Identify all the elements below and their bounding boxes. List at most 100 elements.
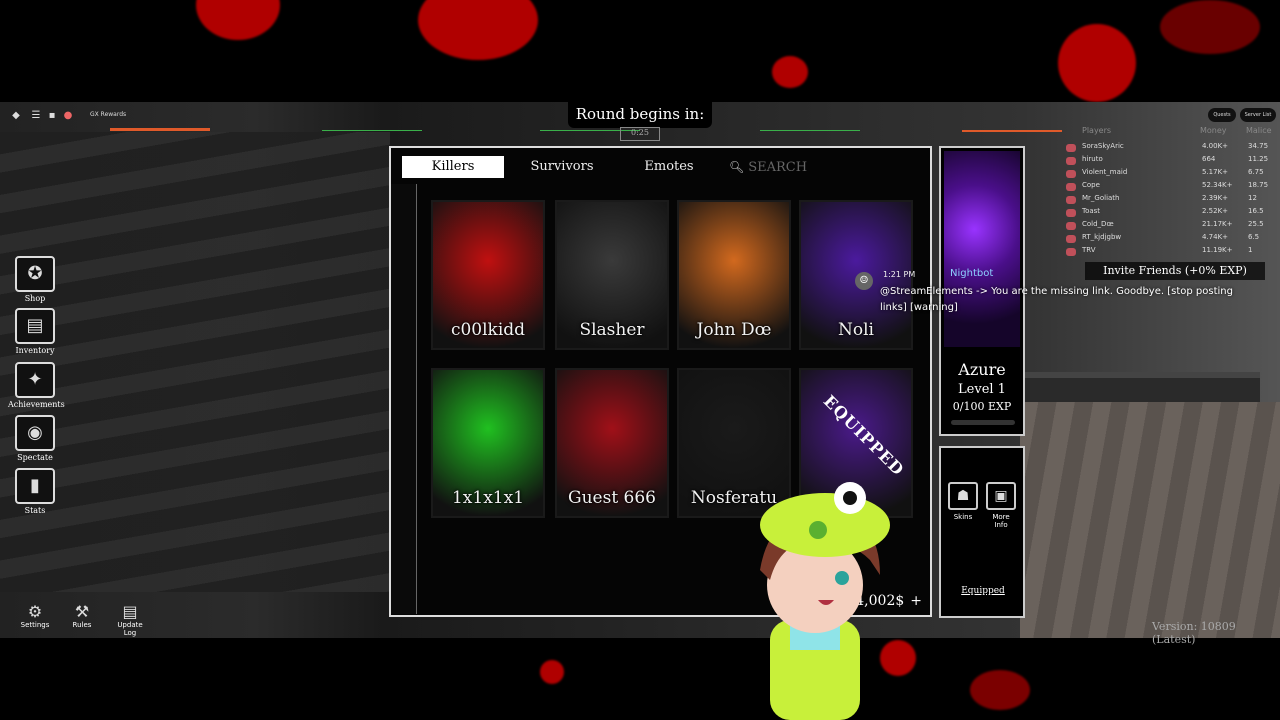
character-portrait (944, 151, 1020, 347)
killer-card[interactable]: Guest 666 (555, 368, 669, 518)
decor-blob (970, 670, 1030, 710)
leaderboard-row[interactable]: Violent_maid 5.17K+ 6.75 (1062, 168, 1278, 180)
inventory-button[interactable]: ▤ Inventory (8, 308, 62, 355)
killer-name: Noli (838, 320, 874, 340)
player-icon (1066, 196, 1076, 204)
equipped-button[interactable]: Equipped (957, 586, 1009, 596)
bot-avatar-icon: ☺ (855, 272, 873, 290)
leaderboard-row[interactable]: Cold_Dœ 21.17K+ 25.5 (1062, 220, 1278, 232)
character-name: Azure (958, 360, 1006, 379)
more-info-label: More Info (992, 513, 1010, 529)
player-name: Toast (1082, 207, 1101, 215)
leaderboard-row[interactable]: Cope 52.34K+ 18.75 (1062, 181, 1278, 193)
decor-blob (196, 0, 280, 40)
leaderboard-row[interactable]: Toast 2.52K+ 16.5 (1062, 207, 1278, 219)
invite-friends-button[interactable]: Invite Friends (+0% EXP) (1085, 262, 1265, 280)
decor-blob (1160, 0, 1260, 54)
server-list-button[interactable]: Server List (1240, 108, 1276, 122)
player-icon (1066, 222, 1076, 230)
killer-name: c00lkidd (450, 320, 526, 340)
stats-button[interactable]: ▮ Stats (8, 468, 62, 515)
equipped-stamp: EQUIPPED (820, 391, 909, 480)
exp-progress-bar (951, 420, 1015, 425)
shop-button[interactable]: ✪ Shop (8, 256, 62, 303)
skins-label: Skins (953, 513, 973, 521)
killer-name: Slasher (579, 320, 645, 340)
tab-survivors[interactable]: Survivors (511, 156, 613, 178)
character-level: Level 1 (958, 382, 1006, 397)
leaderboard-header-players: Players (1082, 126, 1112, 135)
player-name: Violent_maid (1082, 168, 1128, 176)
rules-label: Rules (72, 621, 92, 629)
mic-icon[interactable]: ● (62, 110, 74, 122)
player-malice: 11.25 (1248, 155, 1269, 163)
update-log-button[interactable]: ▤ Update Log (110, 602, 150, 638)
player-name: RT_kjdjgbw (1082, 233, 1122, 241)
player-money: 11.19K+ (1202, 246, 1233, 254)
add-money-button[interactable]: + (910, 593, 922, 609)
panel-left-rail (391, 184, 417, 614)
character-exp: 0/100 EXP (952, 400, 1012, 413)
gx-rewards[interactable]: GX Rewards (90, 111, 126, 118)
player-name: Cold_Dœ (1082, 220, 1114, 228)
player-icon (1066, 170, 1076, 178)
search-icon: 🔍︎ (729, 160, 745, 174)
update-log-label: Update Log (117, 621, 143, 637)
gavel-icon: ⚒ (74, 602, 90, 621)
player-name: Cope (1082, 181, 1100, 189)
player-icon (1066, 235, 1076, 243)
leaderboard-row[interactable]: SoraSkyAric 4.00K+ 34.75 (1062, 142, 1278, 154)
scene-floor (1020, 402, 1280, 638)
achievements-button[interactable]: ✦ Achievements (8, 362, 65, 409)
achievements-label: Achievements (8, 400, 65, 409)
tab-emotes[interactable]: Emotes (619, 156, 719, 178)
menu-icon[interactable]: ☰ (30, 110, 42, 122)
quests-button[interactable]: Quests (1208, 108, 1236, 122)
player-money: 21.17K+ (1202, 220, 1233, 228)
inventory-icon: ▤ (15, 308, 55, 344)
killer-card[interactable]: 1x1x1x1 (431, 368, 545, 518)
player-name: TRV (1082, 246, 1096, 254)
player-malice: 1 (1248, 246, 1253, 254)
skins-icon: ☗ (948, 482, 978, 510)
scroll-icon: ▤ (122, 602, 138, 621)
player-money: 52.34K+ (1202, 181, 1233, 189)
killer-name: John Dœ (696, 320, 772, 340)
skins-button[interactable]: ☗ Skins (947, 482, 979, 521)
shop-label: Shop (24, 294, 46, 303)
killer-card[interactable]: Slasher (555, 200, 669, 350)
eye-icon: ◉ (15, 415, 55, 451)
leaderboard-row[interactable]: TRV 11.19K+ 1 (1062, 246, 1278, 258)
player-money: 2.39K+ (1202, 194, 1229, 202)
killer-card[interactable]: John Dœ (677, 200, 791, 350)
spectate-label: Spectate (17, 453, 53, 462)
rules-button[interactable]: ⚒ Rules (68, 602, 96, 630)
round-timer-label: Round begins in: (568, 102, 712, 128)
search-placeholder: SEARCH (748, 160, 808, 175)
leaderboard-row[interactable]: RT_kjdjgbw 4.74K+ 6.5 (1062, 233, 1278, 245)
leaderboard-row[interactable]: Mr_Goliath 2.39K+ 12 (1062, 194, 1278, 206)
killer-name: 1x1x1x1 (451, 488, 525, 508)
tab-killers[interactable]: Killers (402, 156, 504, 178)
player-malice: 6.75 (1248, 168, 1264, 176)
player-money: 2.52K+ (1202, 207, 1229, 215)
perf-bar (110, 128, 210, 131)
player-malice: 25.5 (1248, 220, 1264, 228)
leaderboard-header-money: Money (1200, 126, 1227, 135)
killer-card[interactable]: c00lkidd (431, 200, 545, 350)
player-icon (1066, 144, 1076, 152)
player-malice: 16.5 (1248, 207, 1264, 215)
more-info-button[interactable]: ▣ More Info (985, 482, 1017, 529)
leaderboard-row[interactable]: hiruto 664 11.25 (1062, 155, 1278, 167)
player-money: 5.17K+ (1202, 168, 1229, 176)
info-icon: ▣ (986, 482, 1016, 510)
roblox-logo-icon[interactable]: ◆ (10, 110, 22, 122)
chat-timestamp: 1:21 PM (883, 270, 916, 279)
chat-icon[interactable]: ▪ (46, 110, 58, 122)
search-input[interactable]: 🔍︎ SEARCH (729, 156, 929, 178)
spectate-button[interactable]: ◉ Spectate (8, 415, 62, 462)
player-icon (1066, 183, 1076, 191)
bar-chart-icon: ▮ (15, 468, 55, 504)
decor-blob (772, 56, 808, 88)
settings-button[interactable]: ⚙ Settings (20, 603, 50, 630)
